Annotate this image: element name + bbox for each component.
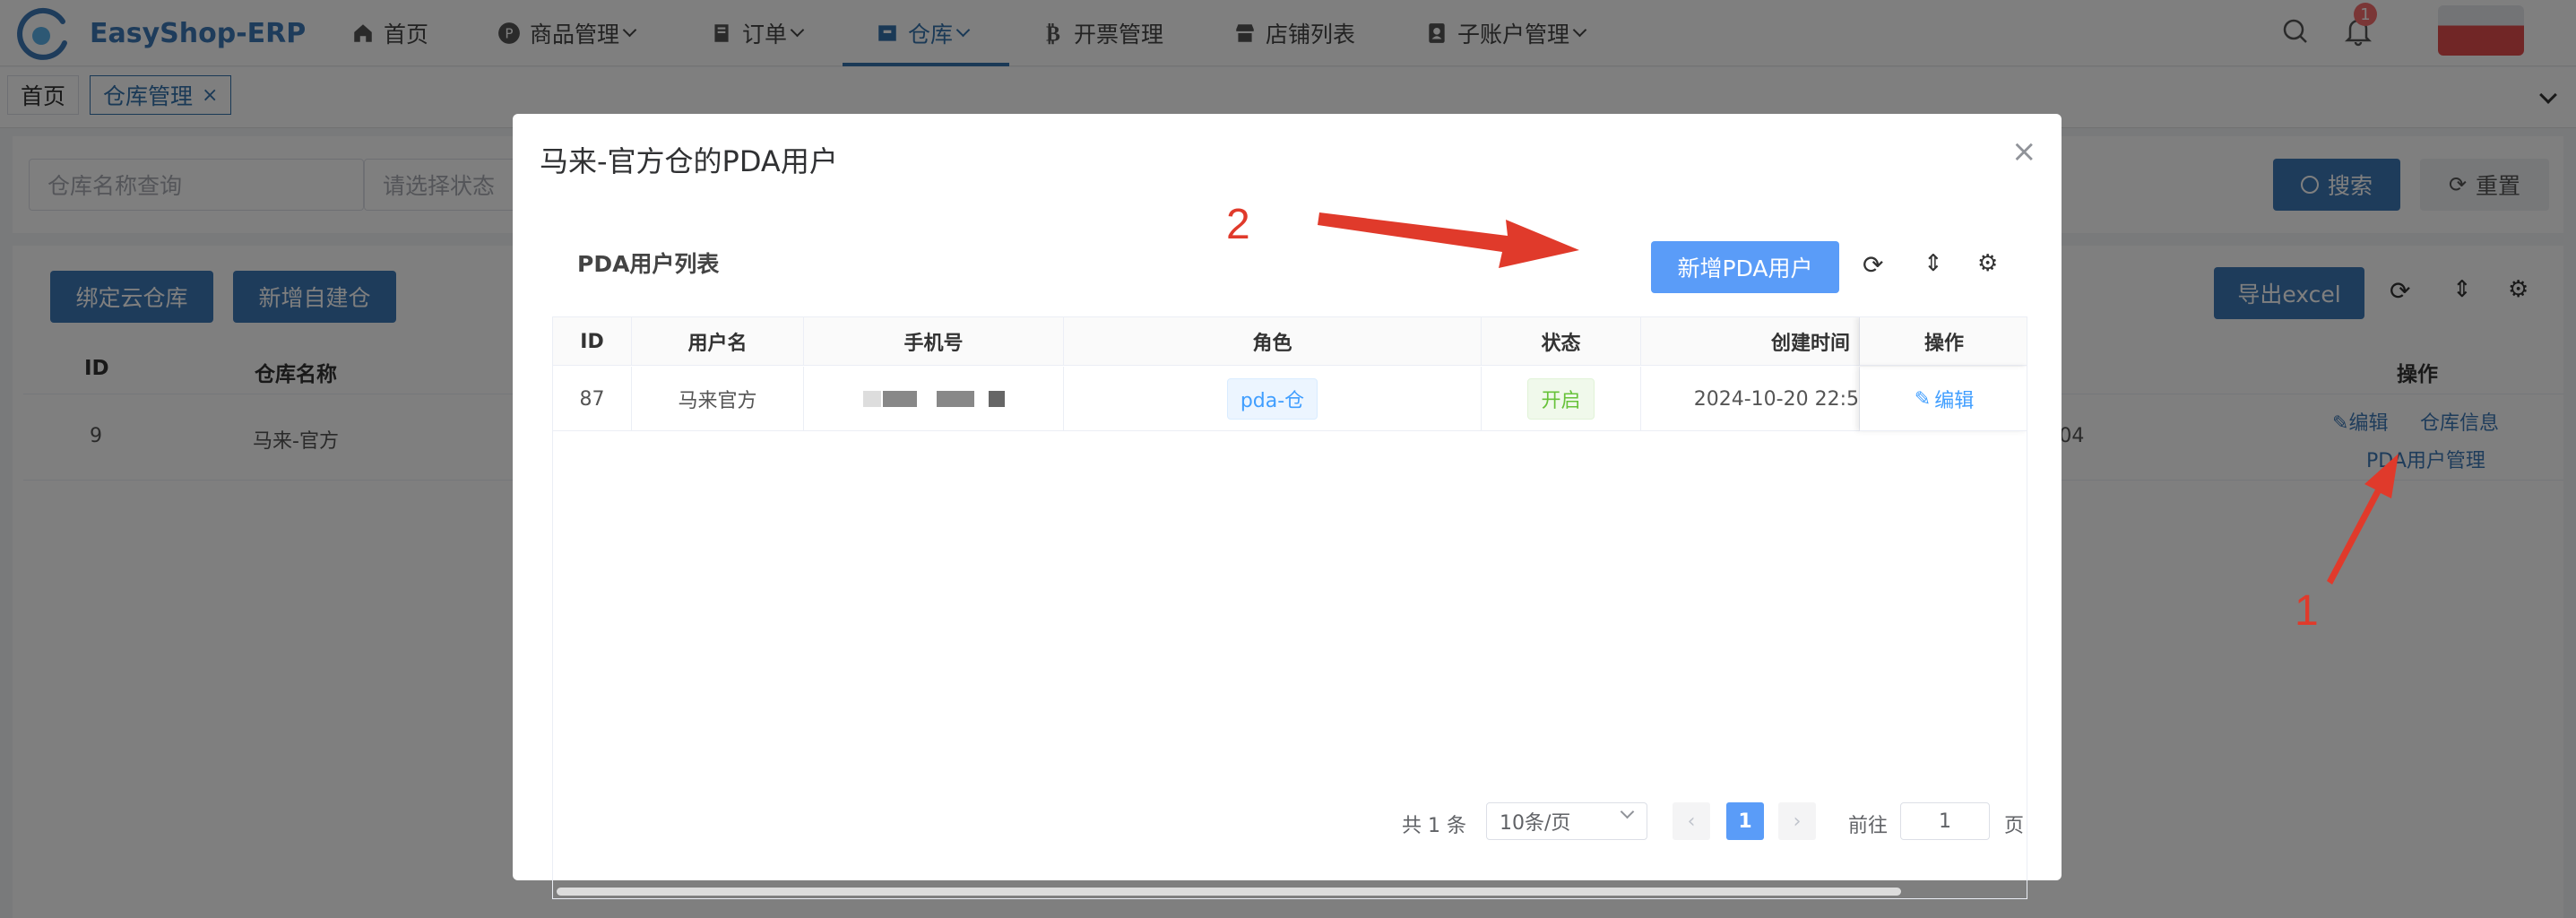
page-size-select[interactable]: 10条/页 bbox=[1486, 802, 1647, 840]
horizontal-scrollbar[interactable] bbox=[557, 888, 1901, 896]
gear-icon[interactable]: ⚙ bbox=[1977, 250, 1998, 277]
pda-users-dialog: 马来-官方仓的PDA用户 × PDA用户列表 2 新增PDA用户 ⟳ ⇕ ⚙ I… bbox=[513, 114, 2062, 899]
chevron-down-icon bbox=[1620, 804, 1635, 819]
goto-label: 前往 bbox=[1848, 815, 1889, 837]
goto-page-input[interactable] bbox=[1900, 802, 1990, 840]
role-tag: pda-仓 bbox=[1226, 378, 1318, 420]
refresh-icon[interactable]: ⟳ bbox=[1863, 250, 1883, 280]
chevron-right-icon: › bbox=[1793, 810, 1802, 833]
dialog-title: 马来-官方仓的PDA用户 bbox=[540, 144, 838, 178]
add-pda-user-button[interactable]: 新增PDA用户 bbox=[1651, 241, 1839, 293]
list-title: PDA用户列表 bbox=[577, 251, 720, 277]
column-height-icon[interactable]: ⇕ bbox=[1923, 250, 1943, 277]
chevron-left-icon: ‹ bbox=[1687, 810, 1696, 833]
table-header: ID 用户名 手机号 角色 状态 创建时间 操作 bbox=[553, 317, 2027, 366]
next-page-button[interactable]: › bbox=[1778, 802, 1816, 840]
annotation-number-1: 1 bbox=[2295, 587, 2319, 635]
pagination-total: 共 1 条 bbox=[1402, 815, 1466, 837]
table-row: 87 马来官方 pda-仓 开启 2024-10-20 22:5 ✎ 编辑 bbox=[553, 367, 2027, 431]
annotation-number-2: 2 bbox=[1226, 201, 1250, 248]
page-number-current[interactable]: 1 bbox=[1726, 802, 1764, 840]
annotation-arrow-1 bbox=[2327, 454, 2399, 585]
edit-link[interactable]: ✎编辑 bbox=[1860, 367, 2027, 431]
annotation-arrow-2 bbox=[1318, 212, 1579, 268]
status-badge: 开启 bbox=[1527, 378, 1595, 420]
phone-redacted bbox=[804, 367, 1064, 431]
page-suffix: 页 bbox=[2004, 815, 2025, 837]
prev-page-button[interactable]: ‹ bbox=[1673, 802, 1710, 840]
edit-icon: ✎ bbox=[1914, 387, 1932, 411]
close-icon[interactable]: × bbox=[2011, 134, 2037, 169]
